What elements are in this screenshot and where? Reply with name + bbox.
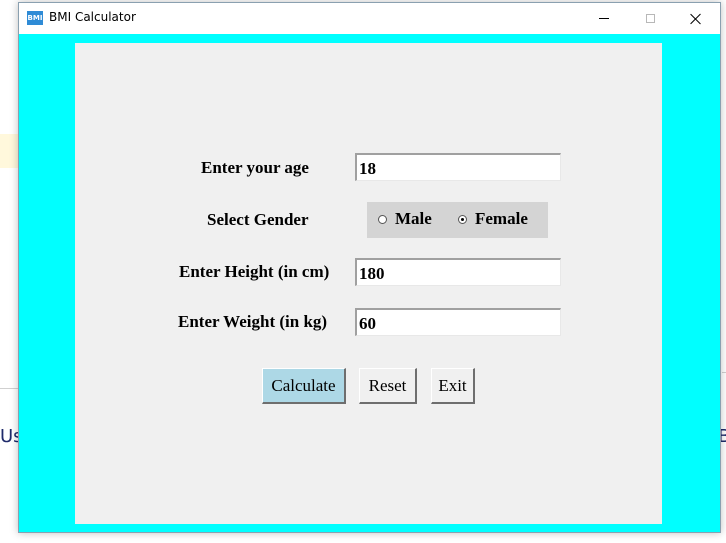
- gender-option-male[interactable]: Male: [378, 209, 432, 229]
- background-divider: [722, 372, 726, 373]
- maximize-icon: [645, 14, 655, 23]
- age-label: Enter your age: [201, 158, 309, 177]
- background-divider: [0, 388, 18, 389]
- height-label: Enter Height (in cm): [179, 262, 330, 281]
- form-panel: Enter your age Select Gender Male Female…: [75, 43, 662, 524]
- gender-label: Select Gender: [207, 210, 309, 229]
- age-input[interactable]: [355, 153, 561, 181]
- calculate-button[interactable]: Calculate: [262, 368, 346, 404]
- window-title: BMI Calculator: [49, 10, 136, 24]
- close-icon: [690, 13, 702, 25]
- bmi-calculator-window: BMI BMI Calculator Enter your age Select…: [18, 2, 721, 533]
- radio-unchecked-icon: [378, 214, 387, 224]
- weight-input[interactable]: [355, 308, 561, 336]
- gender-radio-group: Male Female: [367, 202, 548, 238]
- background-highlight: [0, 134, 18, 168]
- exit-button[interactable]: Exit: [431, 368, 475, 404]
- minimize-button[interactable]: [581, 3, 627, 34]
- reset-button[interactable]: Reset: [359, 368, 417, 404]
- gender-option-female[interactable]: Female: [458, 209, 528, 229]
- radio-checked-icon: [458, 214, 467, 224]
- title-bar[interactable]: BMI BMI Calculator: [19, 3, 720, 34]
- height-input[interactable]: [355, 258, 561, 286]
- maximize-button[interactable]: [627, 3, 673, 34]
- bmi-app-icon: BMI: [27, 11, 43, 25]
- minimize-icon: [599, 18, 609, 19]
- weight-label: Enter Weight (in kg): [178, 312, 328, 331]
- close-button[interactable]: [673, 3, 719, 34]
